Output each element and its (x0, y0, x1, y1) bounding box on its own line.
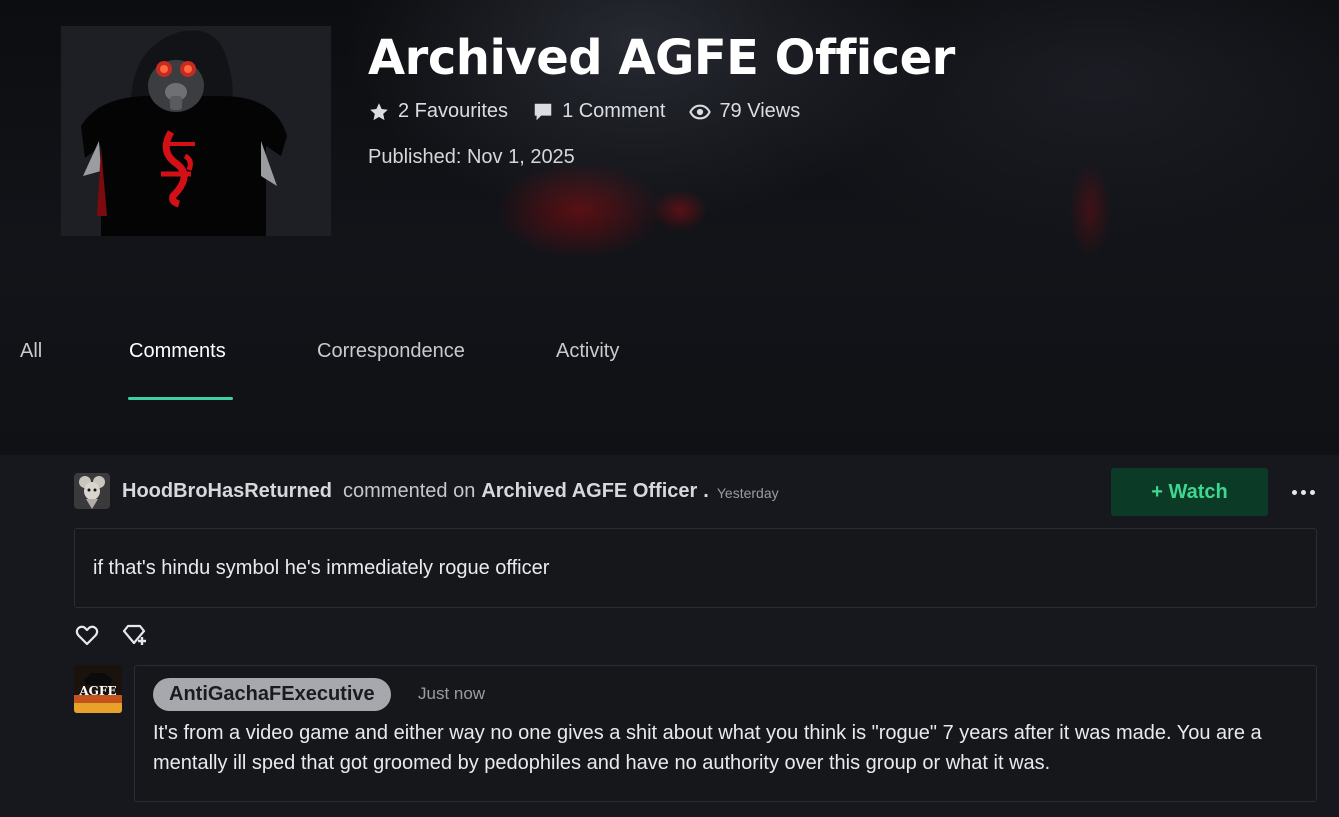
tab-comments[interactable]: Comments (129, 340, 226, 402)
hooded-gas-mask-figure-image (61, 26, 331, 236)
comments-stat[interactable]: 1 Comment (532, 100, 665, 123)
more-dot-icon (1300, 489, 1306, 495)
artwork-stats: 2 Favourites 1 Comment 79 Views (368, 100, 800, 123)
artwork-title: Archived AGFE Officer (368, 30, 955, 86)
more-dot-icon (1291, 489, 1297, 495)
tab-all[interactable]: All (20, 340, 42, 402)
reply-body: It's from a video game and either way no… (153, 722, 1262, 774)
agfe-logo-avatar-image: AGFE (74, 665, 122, 713)
published-date: Published: Nov 1, 2025 (368, 146, 575, 168)
views-count: 79 Views (719, 100, 801, 122)
comments-count: 1 Comment (562, 100, 666, 122)
comment-body-box: if that's hindu symbol he's immediately … (74, 528, 1317, 608)
favourites-stat[interactable]: 2 Favourites (368, 100, 508, 123)
eye-icon (689, 101, 712, 123)
comment-author[interactable]: HoodBroHasReturned (122, 480, 332, 503)
tab-activity[interactable]: Activity (556, 340, 619, 402)
deviation-header: Archived AGFE Officer 2 Favourites 1 Com… (0, 0, 1339, 455)
comment-action-text: commented on (343, 479, 476, 502)
comment-target-link[interactable]: Archived AGFE Officer (481, 480, 697, 503)
comment-separator: . (703, 479, 709, 502)
commenter-avatar[interactable] (74, 473, 110, 509)
reply-timestamp: Just now (418, 684, 486, 703)
comment-bubble-icon (532, 101, 554, 123)
comment-actions (74, 622, 148, 648)
comment-body: if that's hindu symbol he's immediately … (93, 556, 550, 579)
comment-header: HoodBroHasReturned commented on Archived… (74, 473, 779, 509)
content-tabs: All Comments Correspondence Activity (0, 340, 1339, 402)
like-heart-icon[interactable] (74, 622, 100, 648)
rat-avatar-image (74, 473, 110, 509)
reply-author-avatar[interactable]: AGFE (74, 665, 122, 713)
more-options-button[interactable] (1287, 480, 1319, 504)
watch-button[interactable]: + Watch (1111, 468, 1268, 516)
award-gem-icon[interactable] (122, 622, 148, 648)
active-tab-indicator (128, 397, 233, 400)
agfe-logo-text: AGFE (78, 684, 116, 698)
reply-comment: AntiGachaFExecutive Just now It's from a… (134, 665, 1317, 802)
comment-timestamp: Yesterday (716, 485, 779, 501)
tab-correspondence[interactable]: Correspondence (317, 340, 465, 402)
views-stat: 79 Views (689, 100, 800, 123)
more-dot-icon (1309, 489, 1315, 495)
artwork-thumbnail[interactable] (61, 26, 331, 236)
star-icon (368, 101, 390, 123)
reply-author-badge[interactable]: AntiGachaFExecutive (153, 678, 391, 711)
favourites-count: 2 Favourites (398, 100, 509, 122)
